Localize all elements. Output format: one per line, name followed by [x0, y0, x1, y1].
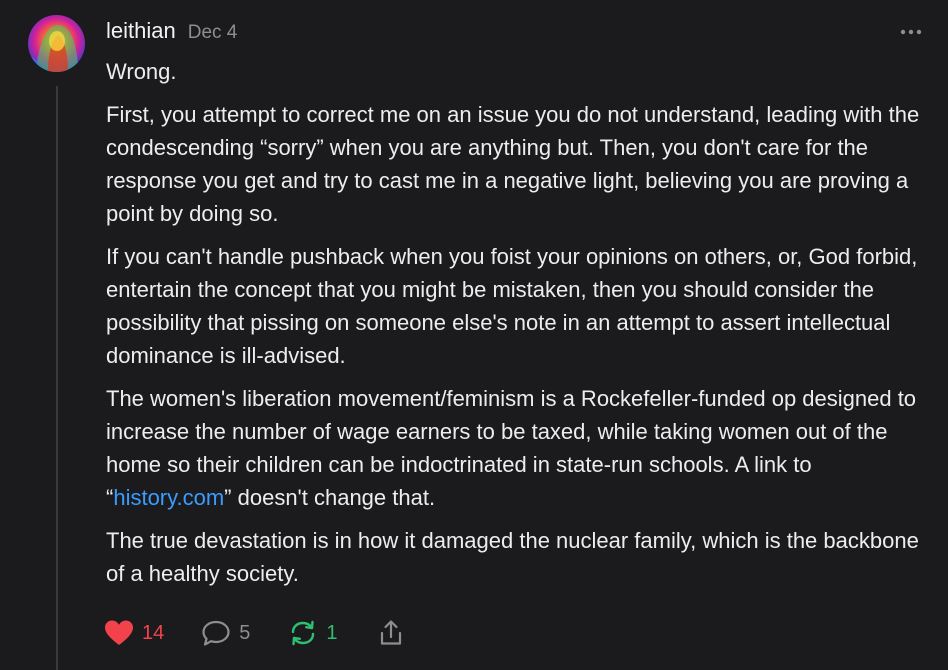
- action-bar: 14 5 1: [104, 616, 406, 650]
- more-options-icon[interactable]: [898, 22, 924, 42]
- restack-count: 1: [326, 621, 338, 644]
- comment-paragraph: Wrong.: [106, 59, 177, 84]
- author-name[interactable]: leithian: [106, 18, 176, 44]
- comment-count: 5: [239, 621, 251, 644]
- avatar[interactable]: [28, 15, 85, 72]
- history-link[interactable]: history.com: [113, 485, 224, 510]
- comment-paragraph-with-link: The women's liberation movement/feminism…: [106, 382, 936, 514]
- comment-bubble-icon: [201, 619, 231, 647]
- comment-button[interactable]: 5: [201, 619, 250, 647]
- share-button[interactable]: [376, 619, 406, 647]
- heart-icon: [104, 619, 134, 647]
- comment-paragraph: The true devastation is in how it damage…: [106, 528, 919, 586]
- comment-paragraph: If you can't handle pushback when you fo…: [106, 244, 918, 368]
- comment-date[interactable]: Dec 4: [188, 22, 238, 44]
- comment-body: Wrong. First, you attempt to correct me …: [106, 55, 936, 600]
- restack-icon: [288, 619, 318, 647]
- restack-button[interactable]: 1: [288, 619, 338, 647]
- share-icon: [376, 619, 406, 647]
- like-count: 14: [142, 621, 165, 644]
- link-suffix-text: ” doesn't change that.: [224, 485, 436, 510]
- comment-paragraph: First, you attempt to correct me on an i…: [106, 102, 920, 226]
- like-button[interactable]: 14: [104, 619, 164, 647]
- thread-line: [56, 86, 58, 670]
- comment-header: leithian Dec 4: [106, 18, 237, 46]
